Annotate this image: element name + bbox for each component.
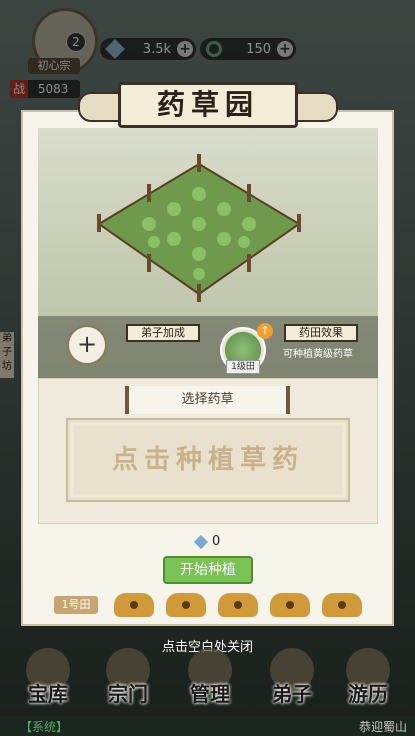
- locked-plot-icon[interactable]: [218, 593, 258, 617]
- nav-label: 游历: [348, 682, 388, 706]
- add-disciple-button[interactable]: +: [67, 325, 107, 365]
- locked-plot-icon[interactable]: [270, 593, 310, 617]
- cost-value: 0: [212, 534, 221, 549]
- nav-label: 弟子: [272, 682, 312, 706]
- title-banner: 药草园: [78, 82, 338, 128]
- plant-herb-prompt[interactable]: 点击种植草药: [66, 418, 350, 502]
- locked-plot-icon[interactable]: [114, 593, 154, 617]
- locked-plot-icon[interactable]: [166, 593, 206, 617]
- start-planting-button[interactable]: 开始种植: [163, 556, 253, 584]
- herb-field-illustration: [97, 154, 301, 302]
- plot-level-label: 1级田: [226, 360, 260, 374]
- disciple-bonus-button[interactable]: 弟子加成: [126, 324, 200, 342]
- nav-label: 宗门: [108, 682, 148, 706]
- upgrade-icon[interactable]: ↑: [257, 323, 273, 339]
- system-message: 恭迎蜀山: [358, 720, 407, 734]
- plot-tab-1[interactable]: 1号田: [54, 596, 98, 614]
- chat-footer[interactable]: 【系统】 恭迎蜀山: [0, 716, 415, 736]
- panel-title: 药草园: [118, 82, 298, 128]
- planting-cost: 0: [193, 534, 221, 549]
- nav-manage[interactable]: 管理: [180, 646, 240, 716]
- nav-disciples[interactable]: 弟子: [262, 646, 322, 716]
- locked-plot-icon[interactable]: [322, 593, 362, 617]
- plot-tabs: 1号田: [54, 592, 374, 618]
- field-effect-button[interactable]: 药田效果: [284, 324, 358, 342]
- select-herb-title: 选择药草: [125, 386, 290, 414]
- gem-icon: [193, 534, 209, 549]
- nav-label: 管理: [190, 682, 230, 706]
- field-effect-description: 可种植黄级药草: [283, 349, 353, 360]
- nav-sect[interactable]: 宗门: [98, 646, 158, 716]
- nav-treasury[interactable]: 宝库: [18, 646, 78, 716]
- system-channel-label: 【系统】: [20, 720, 69, 734]
- nav-travel[interactable]: 游历: [338, 646, 398, 716]
- bottom-nav: 宝库 宗门 管理 弟子 游历: [0, 646, 415, 716]
- nav-label: 宝库: [28, 682, 68, 706]
